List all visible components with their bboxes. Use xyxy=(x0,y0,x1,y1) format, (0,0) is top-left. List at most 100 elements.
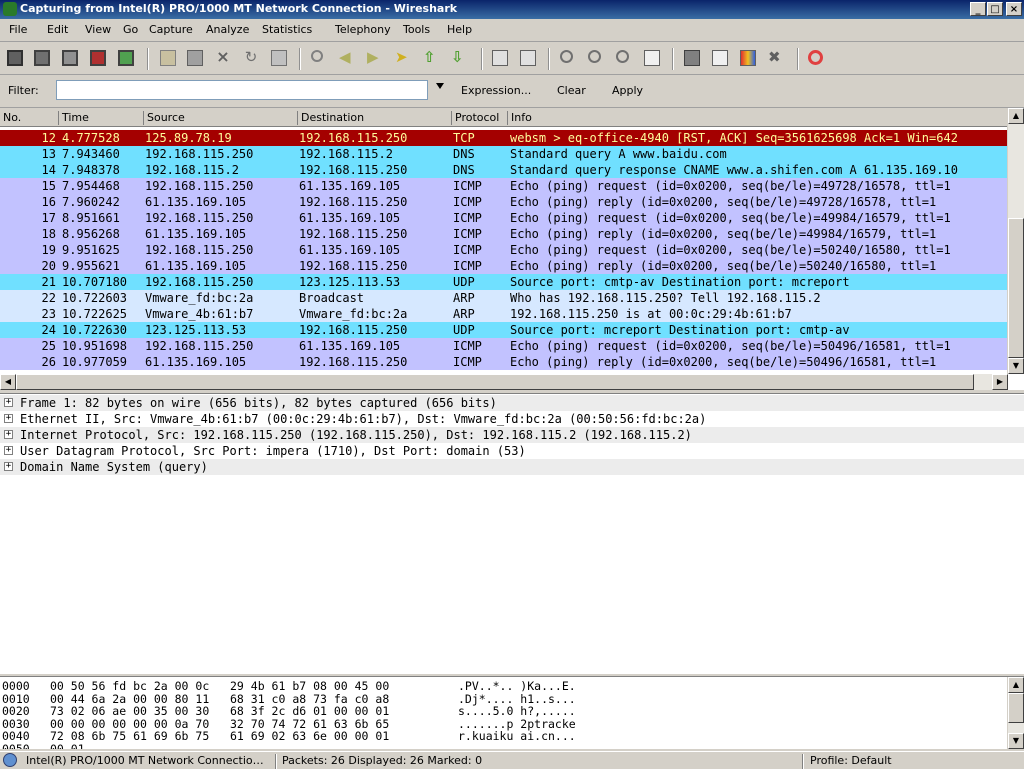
table-row[interactable]: 20 9.955621 61.135.169.105 192.168.115.250 I… xyxy=(0,258,1008,274)
stop-capture-icon[interactable] xyxy=(90,50,106,66)
table-row[interactable]: 24 10.722630 123.125.113.53 192.168.115.250… xyxy=(0,322,1008,338)
table-row[interactable]: 23 10.722625 Vmware_4b:61:b7 Vmware_fd:bc:2… xyxy=(0,306,1008,322)
options-icon[interactable] xyxy=(34,50,50,66)
cell-time: 10.977059 xyxy=(62,355,128,369)
column-header-destination[interactable]: Destination xyxy=(297,111,451,125)
table-row[interactable]: 15 7.954468 192.168.115.250 61.135.169.105 I… xyxy=(0,178,1008,194)
table-row[interactable]: 18 8.956268 61.135.169.105 192.168.115.250 I… xyxy=(0,226,1008,242)
help-icon[interactable] xyxy=(808,50,823,65)
filter-input[interactable] xyxy=(56,80,428,100)
menu-capture[interactable]: Capture xyxy=(149,23,193,36)
auto-scroll-icon[interactable] xyxy=(520,50,536,66)
detail-row-dns[interactable]: + Domain Name System (query) xyxy=(0,459,1024,475)
scroll-up-arrow-icon[interactable]: ▲ xyxy=(1008,677,1024,693)
status-profile[interactable]: Profile: Default xyxy=(810,754,892,767)
expand-icon[interactable]: + xyxy=(4,446,13,455)
minimize-button[interactable]: _ xyxy=(970,2,986,16)
scroll-thumb[interactable] xyxy=(1008,693,1024,723)
scroll-down-arrow-icon[interactable]: ▼ xyxy=(1008,733,1024,749)
save-file-icon[interactable] xyxy=(187,50,203,66)
table-row[interactable]: 12 4.777528 125.89.78.19 192.168.115.250 TCP… xyxy=(0,130,1008,146)
packet-list[interactable]: No. Time Source Destination Protocol Inf… xyxy=(0,108,1024,390)
menu-tools[interactable]: Tools xyxy=(403,23,430,36)
interfaces-icon[interactable] xyxy=(7,50,23,66)
hscroll-thumb[interactable] xyxy=(16,374,974,390)
table-row[interactable]: 19 9.951625 192.168.115.250 61.135.169.105 I… xyxy=(0,242,1008,258)
scroll-down-arrow-icon[interactable]: ▼ xyxy=(1008,358,1024,374)
detail-row-ip[interactable]: + Internet Protocol, Src: 192.168.115.250… xyxy=(0,427,1024,443)
close-file-icon[interactable]: × xyxy=(215,49,231,66)
detail-row-frame[interactable]: + Frame 1: 82 bytes on wire (656 bits), 8… xyxy=(0,395,1024,411)
close-button[interactable]: × xyxy=(1006,2,1022,16)
column-header-time[interactable]: Time xyxy=(58,111,143,125)
table-row[interactable]: 25 10.951698 192.168.115.250 61.135.169.105… xyxy=(0,338,1008,354)
menu-telephony[interactable]: Telephony xyxy=(335,23,391,36)
cell-destination: 61.135.169.105 xyxy=(299,339,401,353)
zoom-in-icon[interactable] xyxy=(560,50,573,63)
cell-source: 192.168.115.250 xyxy=(145,179,254,193)
open-file-icon[interactable] xyxy=(160,50,176,66)
packet-bytes[interactable]: 0000 00 50 56 fd bc 2a 00 0c 29 4b 61 b7 … xyxy=(0,676,1024,749)
filter-dropdown-icon[interactable] xyxy=(436,83,444,89)
menu-help[interactable]: Help xyxy=(447,23,472,36)
menu-view[interactable]: View xyxy=(85,23,111,36)
scroll-thumb[interactable] xyxy=(1008,218,1024,358)
bytes-vscrollbar[interactable]: ▲ ▼ xyxy=(1007,677,1024,749)
go-last-icon[interactable]: ⇩ xyxy=(451,50,467,66)
menu-statistics[interactable]: Statistics xyxy=(262,23,312,36)
scroll-up-arrow-icon[interactable]: ▲ xyxy=(1008,108,1024,124)
zoom-out-icon[interactable] xyxy=(588,50,601,63)
column-header-protocol[interactable]: Protocol xyxy=(451,111,507,125)
expand-icon[interactable]: + xyxy=(4,462,13,471)
table-row[interactable]: 13 7.943460 192.168.115.250 192.168.115.2 DN… xyxy=(0,146,1008,162)
reload-icon[interactable]: ↻ xyxy=(243,50,259,66)
scroll-left-arrow-icon[interactable]: ◀ xyxy=(0,374,16,390)
table-row[interactable]: 17 8.951661 192.168.115.250 61.135.169.105 I… xyxy=(0,210,1008,226)
start-capture-icon[interactable] xyxy=(62,50,78,66)
resize-columns-icon[interactable] xyxy=(644,50,660,66)
expression-button[interactable]: Expression... xyxy=(461,84,531,97)
apply-button[interactable]: Apply xyxy=(612,84,643,97)
column-header-no[interactable]: No. xyxy=(0,111,58,125)
menu-go[interactable]: Go xyxy=(123,23,138,36)
restart-capture-icon[interactable] xyxy=(118,50,134,66)
print-icon[interactable] xyxy=(271,50,287,66)
table-row[interactable]: 22 10.722603 Vmware_fd:bc:2a Broadcast ARP Wh… xyxy=(0,290,1008,306)
column-header-info[interactable]: Info xyxy=(507,111,1008,125)
find-icon[interactable] xyxy=(311,50,323,62)
go-first-icon[interactable]: ⇧ xyxy=(423,50,439,66)
coloring-rules-icon[interactable] xyxy=(740,50,756,66)
expand-icon[interactable]: + xyxy=(4,398,13,407)
detail-row-udp[interactable]: + User Datagram Protocol, Src Port: imper… xyxy=(0,443,1024,459)
status-interface: Intel(R) PRO/1000 MT Network Connectio… xyxy=(26,754,264,767)
expand-icon[interactable]: + xyxy=(4,430,13,439)
zoom-normal-icon[interactable] xyxy=(616,50,629,63)
expand-icon[interactable]: + xyxy=(4,414,13,423)
clear-button[interactable]: Clear xyxy=(557,84,586,97)
table-row[interactable]: 16 7.960242 61.135.169.105 192.168.115.250 I… xyxy=(0,194,1008,210)
packet-details[interactable]: + Frame 1: 82 bytes on wire (656 bits), 8… xyxy=(0,393,1024,674)
packet-list-vscrollbar[interactable]: ▲ ▼ xyxy=(1007,108,1024,374)
menu-analyze[interactable]: Analyze xyxy=(206,23,249,36)
detail-row-ethernet[interactable]: + Ethernet II, Src: Vmware_4b:61:b7 (00:0… xyxy=(0,411,1024,427)
colorize-icon[interactable] xyxy=(492,50,508,66)
capture-filters-icon[interactable] xyxy=(684,50,700,66)
expert-info-icon[interactable] xyxy=(3,753,17,767)
go-to-packet-icon[interactable]: ➤ xyxy=(395,50,411,66)
packet-list-hscrollbar[interactable]: ◀ ▶ xyxy=(0,374,1008,390)
scroll-right-arrow-icon[interactable]: ▶ xyxy=(992,374,1008,390)
menu-edit[interactable]: Edit xyxy=(47,23,68,36)
menu-file[interactable]: File xyxy=(9,23,27,36)
go-forward-icon[interactable]: ▶ xyxy=(367,50,383,66)
maximize-button[interactable]: □ xyxy=(987,2,1003,16)
cell-time: 10.722603 xyxy=(62,291,128,305)
cell-no: 24 xyxy=(41,323,56,337)
table-row[interactable]: 14 7.948378 192.168.115.2 192.168.115.250 DN… xyxy=(0,162,1008,178)
table-row[interactable]: 21 10.707180 192.168.115.250 123.125.113.53… xyxy=(0,274,1008,290)
go-back-icon[interactable]: ◀ xyxy=(339,50,355,66)
cell-info: Echo (ping) request (id=0x0200, seq(be/l… xyxy=(510,179,951,193)
preferences-icon[interactable]: ✖ xyxy=(768,50,784,66)
display-filters-icon[interactable] xyxy=(712,50,728,66)
table-row[interactable]: 26 10.977059 61.135.169.105 192.168.115.250… xyxy=(0,354,1008,370)
column-header-source[interactable]: Source xyxy=(143,111,297,125)
